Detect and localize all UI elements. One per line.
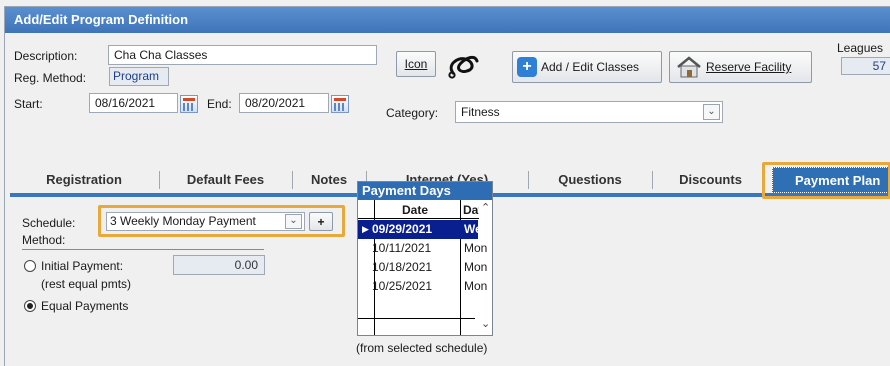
- start-date-field[interactable]: 08/16/2021: [89, 93, 178, 113]
- category-select[interactable]: Fitness: [455, 101, 723, 123]
- scroll-up-icon[interactable]: ⌃: [481, 201, 490, 214]
- row-date: 09/29/2021: [372, 222, 433, 236]
- program-definition-window: Add/Edit Program Definition Description:…: [4, 6, 890, 366]
- tab-questions[interactable]: Questions: [529, 167, 651, 193]
- table-row[interactable]: 10/18/2021 Mon: [358, 258, 487, 277]
- add-schedule-button[interactable]: +: [309, 212, 333, 231]
- table-row[interactable]: 10/25/2021 Mon: [358, 277, 487, 296]
- row-pointer-icon: ▶: [362, 224, 369, 234]
- house-icon: [677, 56, 701, 78]
- end-date-field[interactable]: 08/20/2021: [239, 93, 329, 113]
- tab-discounts[interactable]: Discounts: [653, 167, 768, 193]
- scroll-down-icon[interactable]: ⌄: [481, 317, 490, 330]
- add-edit-classes-label: Add / Edit Classes: [541, 60, 640, 74]
- date-column-header: Date: [402, 203, 429, 217]
- row-day: Mon: [464, 241, 488, 255]
- description-field[interactable]: Cha Cha Classes: [108, 45, 377, 65]
- payment-days-title: Payment Days: [358, 182, 492, 200]
- leagues-label: Leagues: [837, 41, 884, 55]
- chevron-down-icon[interactable]: ⌄: [703, 104, 720, 120]
- schedule-chevron-icon[interactable]: ⌄: [285, 214, 302, 229]
- start-calendar-icon[interactable]: [180, 95, 198, 113]
- tab-notes[interactable]: Notes: [293, 167, 365, 193]
- payment-plan-tab-highlight: [762, 162, 890, 199]
- category-label: Category:: [386, 106, 439, 120]
- swirl-icon: [448, 55, 479, 79]
- tab-default-fees[interactable]: Default Fees: [160, 167, 291, 193]
- from-schedule-note: (from selected schedule): [356, 341, 488, 355]
- leagues-value: 57: [841, 57, 890, 75]
- payment-days-grid: Payment Days Date Day ⌃ ⌄ ▶ 09/29/2021 W…: [357, 181, 493, 336]
- schedule-select[interactable]: 3 Weekly Monday Payment: [106, 212, 305, 231]
- initial-payment-radio[interactable]: [24, 260, 36, 272]
- row-date: 10/18/2021: [372, 260, 433, 274]
- icon-button[interactable]: Icon: [396, 51, 436, 77]
- table-row[interactable]: 10/11/2021 Mon: [358, 239, 487, 258]
- method-label: Method:: [22, 233, 66, 247]
- window-title: Add/Edit Program Definition: [5, 7, 890, 33]
- method-divider: [22, 249, 264, 250]
- initial-payment-label: Initial Payment:: [41, 259, 124, 273]
- row-date: 10/25/2021: [372, 279, 433, 293]
- start-label: Start:: [14, 97, 43, 111]
- tab-registration[interactable]: Registration: [10, 167, 158, 193]
- row-day: Wed: [464, 222, 490, 236]
- reserve-facility-label: Reserve Facility: [706, 60, 792, 74]
- end-label: End:: [207, 97, 232, 111]
- plus-icon: +: [517, 57, 537, 77]
- reg-method-value: Program: [109, 67, 169, 86]
- schedule-label: Schedule:: [22, 216, 76, 230]
- reserve-facility-button[interactable]: Reserve Facility: [669, 51, 812, 83]
- rest-equal-label: (rest equal pmts): [41, 277, 132, 291]
- row-date: 10/11/2021: [372, 241, 432, 255]
- end-calendar-icon[interactable]: [331, 95, 349, 113]
- equal-payments-label: Equal Payments: [41, 299, 129, 313]
- description-label: Description:: [14, 49, 78, 63]
- reg-method-label: Reg. Method:: [14, 71, 87, 85]
- initial-payment-field[interactable]: 0.00: [173, 255, 265, 275]
- equal-payments-radio[interactable]: [24, 300, 36, 312]
- row-day: Mon: [464, 260, 488, 274]
- add-edit-classes-button[interactable]: + Add / Edit Classes: [512, 51, 662, 83]
- row-day: Mon: [464, 279, 488, 293]
- table-row[interactable]: ▶ 09/29/2021 Wed: [358, 220, 489, 239]
